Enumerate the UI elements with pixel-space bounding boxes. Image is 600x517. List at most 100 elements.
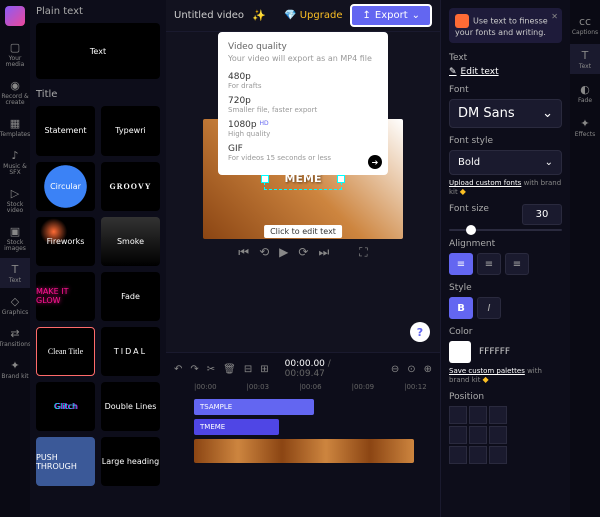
pos-bc[interactable] [469,446,487,464]
rail-effects[interactable]: ✦Effects [570,112,600,142]
pos-mc[interactable] [469,426,487,444]
clip-meme[interactable]: T MEME [194,419,279,435]
play-icon[interactable]: ▶ [279,245,288,260]
rail-fade[interactable]: ◐Fade [570,78,600,108]
font-size-label: Font size [449,204,562,225]
thumb-typewriter[interactable]: Typewri [101,106,160,155]
nav-text[interactable]: TText [0,258,30,288]
font-style-select[interactable]: Bold⌄ [449,150,562,175]
pos-tc[interactable] [469,406,487,424]
nav-stock-images[interactable]: ▣Stock images [0,220,30,256]
thumb-tidal[interactable]: TIDAL [101,327,160,376]
font-size-slider[interactable] [449,229,562,231]
font-select[interactable]: DM Sans⌄ [449,99,562,128]
style-label: Style [449,283,562,293]
copy-icon[interactable]: ⊞ [260,364,268,375]
nav-transitions[interactable]: ⇄Transitions [0,322,30,352]
rail-text[interactable]: TText [570,44,600,74]
cut-icon[interactable]: ✂ [207,364,215,375]
thumb-push[interactable]: PUSH THROUGH [36,437,95,486]
next-arrow-icon[interactable]: ➔ [368,155,382,169]
export-gif[interactable]: GIFFor videos 15 seconds or less [228,141,378,165]
font-style-label: Font style [449,136,562,146]
zoom-out-icon[interactable]: ⊖ [391,364,399,375]
thumb-glitch[interactable]: Glitch [36,382,95,431]
export-720p[interactable]: 720pSmaller file, faster export [228,93,378,117]
project-title[interactable]: Untitled video [174,10,244,21]
edit-text-tooltip: Click to edit text [264,225,342,238]
upgrade-button[interactable]: 💎 Upgrade [284,10,342,21]
step-back-icon[interactable]: ⟲ [259,245,269,260]
thumb-text[interactable]: Text [36,23,160,79]
thumb-statement[interactable]: Statement [36,106,95,155]
zoom-in-icon[interactable]: ⊕ [424,364,432,375]
brand-icon: ✦ [8,358,22,372]
wand-icon[interactable]: ✨ [252,9,266,22]
export-480p[interactable]: 480pFor drafts [228,69,378,93]
bold-button[interactable]: B [449,297,473,319]
save-palettes-link[interactable]: Save custom palettes [449,367,525,375]
skip-start-icon[interactable]: ⏮ [238,245,249,260]
rail-captions[interactable]: ccCaptions [570,10,600,40]
thumb-glow[interactable]: MAKE IT GLOW [36,272,95,321]
video-icon: ▷ [8,186,22,200]
nav-your-media[interactable]: ▢Your media [0,36,30,72]
save-palettes-text: Save custom palettes with brand kit◆ [449,367,562,384]
help-button[interactable]: ? [410,322,430,342]
thumb-circular[interactable]: Circular [36,162,95,211]
skip-end-icon[interactable]: ⏭ [318,245,329,260]
pos-br[interactable] [489,446,507,464]
clip-sample[interactable]: T SAMPLE [194,399,314,415]
edit-text-link[interactable]: ✎ Edit text [449,67,562,77]
undo-icon[interactable]: ↶ [174,364,182,375]
export-button[interactable]: ↥ Export ⌄ [350,4,432,27]
thumb-large[interactable]: Large heading [101,437,160,486]
close-icon[interactable]: ✕ [551,12,558,21]
nav-brand-kit[interactable]: ✦Brand kit [0,354,30,384]
nav-music[interactable]: ♪Music & SFX [0,144,30,180]
color-row[interactable]: FFFFFF [449,341,562,363]
pos-tr[interactable] [489,406,507,424]
text-icon: T [578,48,592,62]
upload-fonts-link[interactable]: Upload custom fonts [449,179,521,187]
thumb-fade[interactable]: Fade [101,272,160,321]
thumb-double[interactable]: Double Lines [101,382,160,431]
pos-tl[interactable] [449,406,467,424]
align-left-button[interactable]: ≡ [449,253,473,275]
font-label: Font [449,85,562,95]
app-logo[interactable] [5,6,25,26]
pos-bl[interactable] [449,446,467,464]
chevron-down-icon: ⌄ [542,106,553,121]
upload-fonts-text: Upload custom fonts with brand kit◆ [449,179,562,196]
thumb-smoke[interactable]: Smoke [101,217,160,266]
align-center-button[interactable]: ≡ [477,253,501,275]
thumb-fireworks[interactable]: Fireworks [36,217,95,266]
align-right-button[interactable]: ≡ [505,253,529,275]
thumb-groovy[interactable]: GROOVY [101,162,160,211]
timeline: ↶ ↷ ✂ 🗑 ⊟ ⊞ 00:00.00 / 00:09.47 ⊖ ⊙ ⊕ |0… [166,352,440,517]
nav-templates[interactable]: ▦Templates [0,112,30,142]
zoom-fit-icon[interactable]: ⊙ [407,364,415,375]
nav-graphics[interactable]: ◇Graphics [0,290,30,320]
nav-record[interactable]: ◉Record & create [0,74,30,110]
chevron-down-icon: ⌄ [545,157,553,168]
color-label: Color [449,327,562,337]
redo-icon[interactable]: ↷ [190,364,198,375]
step-fwd-icon[interactable]: ⟳ [298,245,308,260]
color-swatch[interactable] [449,341,471,363]
pencil-icon: ✎ [449,67,457,77]
timeline-ruler[interactable]: |00:00 |00:03 |00:06 |00:09 |00:12 [194,381,432,393]
split-icon[interactable]: ⊟ [244,364,252,375]
section-plain-text: Plain text [36,6,160,17]
delete-icon[interactable]: 🗑 [223,364,236,375]
captions-icon: cc [578,14,592,28]
clip-video[interactable] [194,439,414,463]
thumb-clean[interactable]: Clean Title [36,327,95,376]
italic-button[interactable]: I [477,297,501,319]
pos-mr[interactable] [489,426,507,444]
fullscreen-icon[interactable]: ⛶ [359,245,367,260]
export-1080p[interactable]: 1080p HDHigh quality [228,117,378,141]
nav-stock-video[interactable]: ▷Stock video [0,182,30,218]
font-size-input[interactable] [522,204,562,225]
pos-ml[interactable] [449,426,467,444]
